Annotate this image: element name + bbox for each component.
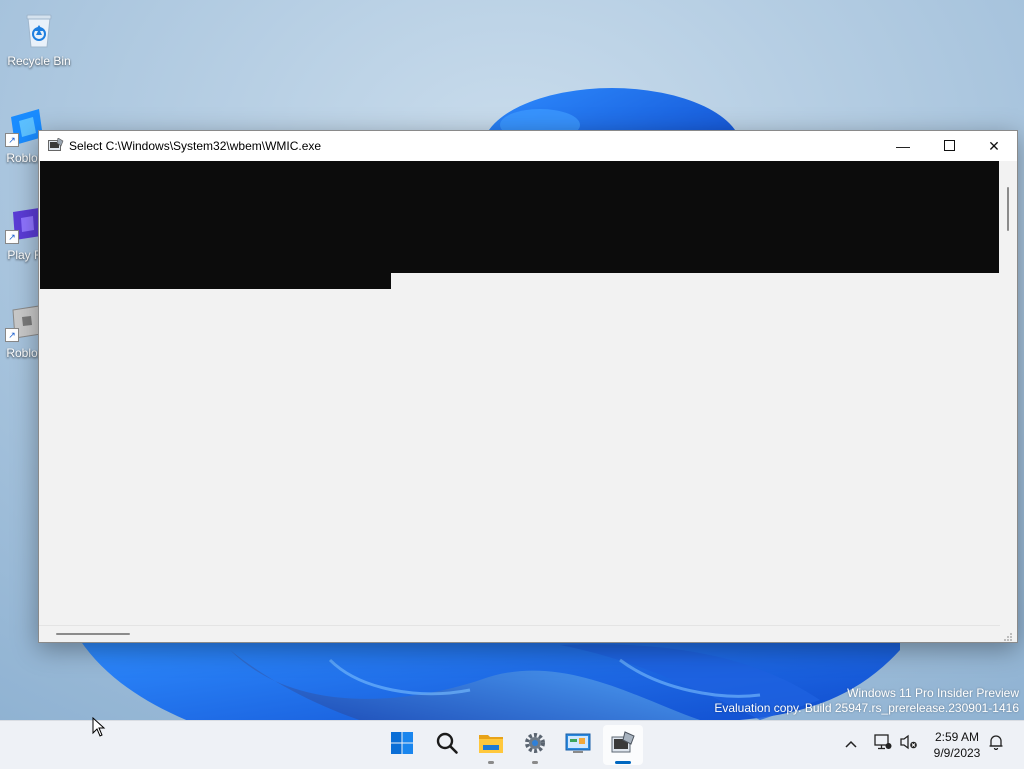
recycle-bin-icon bbox=[19, 10, 59, 50]
network-disconnected-icon bbox=[874, 733, 892, 755]
mouse-pointer-icon bbox=[92, 717, 106, 737]
wmic-console-window[interactable]: Select C:\Windows\System32\wbem\WMIC.exe… bbox=[38, 130, 1018, 643]
windows-evaluation-watermark: Windows 11 Pro Insider Preview Evaluatio… bbox=[714, 686, 1019, 716]
search-icon bbox=[435, 731, 459, 760]
bell-icon bbox=[988, 734, 1004, 755]
search-button[interactable] bbox=[427, 725, 467, 765]
desktop-icon-label: Recycle Bin bbox=[7, 54, 71, 68]
wmic-console-icon bbox=[610, 730, 636, 760]
maximize-button[interactable] bbox=[926, 131, 972, 161]
chevron-up-icon bbox=[845, 735, 857, 753]
start-button[interactable] bbox=[382, 725, 422, 765]
windows-logo-icon bbox=[390, 731, 414, 760]
horizontal-scrollbar[interactable] bbox=[39, 625, 1000, 642]
gear-icon bbox=[523, 731, 547, 760]
taskbar: 2:59 AM 9/9/2023 bbox=[0, 720, 1024, 769]
minimize-button[interactable]: — bbox=[880, 131, 926, 161]
system-clock[interactable]: 2:59 AM 9/9/2023 bbox=[922, 729, 992, 761]
horizontal-scrollbar-thumb[interactable] bbox=[56, 633, 130, 635]
vertical-scrollbar[interactable] bbox=[1000, 161, 1016, 626]
wmic-taskbar-button[interactable] bbox=[603, 725, 643, 765]
wmic-console-icon bbox=[48, 137, 64, 152]
clock-date: 9/9/2023 bbox=[933, 746, 981, 760]
shortcut-arrow-icon: ↗ bbox=[5, 328, 19, 342]
active-indicator bbox=[615, 761, 631, 764]
maximize-icon bbox=[943, 138, 955, 154]
control-panel-button[interactable] bbox=[558, 725, 598, 765]
desktop-icon-recycle-bin[interactable]: Recycle Bin bbox=[0, 10, 78, 68]
vertical-scrollbar-thumb[interactable] bbox=[1007, 187, 1009, 231]
close-button[interactable]: ✕ bbox=[971, 131, 1017, 161]
watermark-edition: Windows 11 Pro Insider Preview bbox=[847, 686, 1019, 700]
close-icon: ✕ bbox=[988, 137, 1000, 154]
window-title: Select C:\Windows\System32\wbem\WMIC.exe bbox=[69, 139, 322, 153]
network-tray-button[interactable] bbox=[872, 733, 894, 755]
running-indicator bbox=[488, 761, 494, 764]
window-titlebar[interactable]: Select C:\Windows\System32\wbem\WMIC.exe… bbox=[39, 131, 1017, 161]
shortcut-arrow-icon: ↗ bbox=[5, 133, 19, 147]
shortcut-arrow-icon: ↗ bbox=[5, 230, 19, 244]
console-output-area[interactable] bbox=[40, 161, 999, 273]
clock-time: 2:59 AM bbox=[934, 730, 980, 744]
folder-icon bbox=[478, 731, 504, 760]
file-explorer-button[interactable] bbox=[471, 725, 511, 765]
console-input-line[interactable] bbox=[40, 273, 391, 289]
minimize-icon: — bbox=[896, 138, 910, 154]
notifications-button[interactable] bbox=[985, 733, 1007, 755]
control-panel-icon bbox=[565, 731, 591, 760]
settings-button[interactable] bbox=[515, 725, 555, 765]
volume-tray-button[interactable] bbox=[898, 733, 920, 755]
watermark-build: Evaluation copy. Build 25947.rs_prerelea… bbox=[714, 701, 1019, 715]
show-hidden-icons-button[interactable] bbox=[840, 733, 862, 755]
running-indicator bbox=[532, 761, 538, 764]
resize-grip-icon[interactable] bbox=[1003, 629, 1013, 641]
volume-muted-icon bbox=[900, 734, 918, 755]
